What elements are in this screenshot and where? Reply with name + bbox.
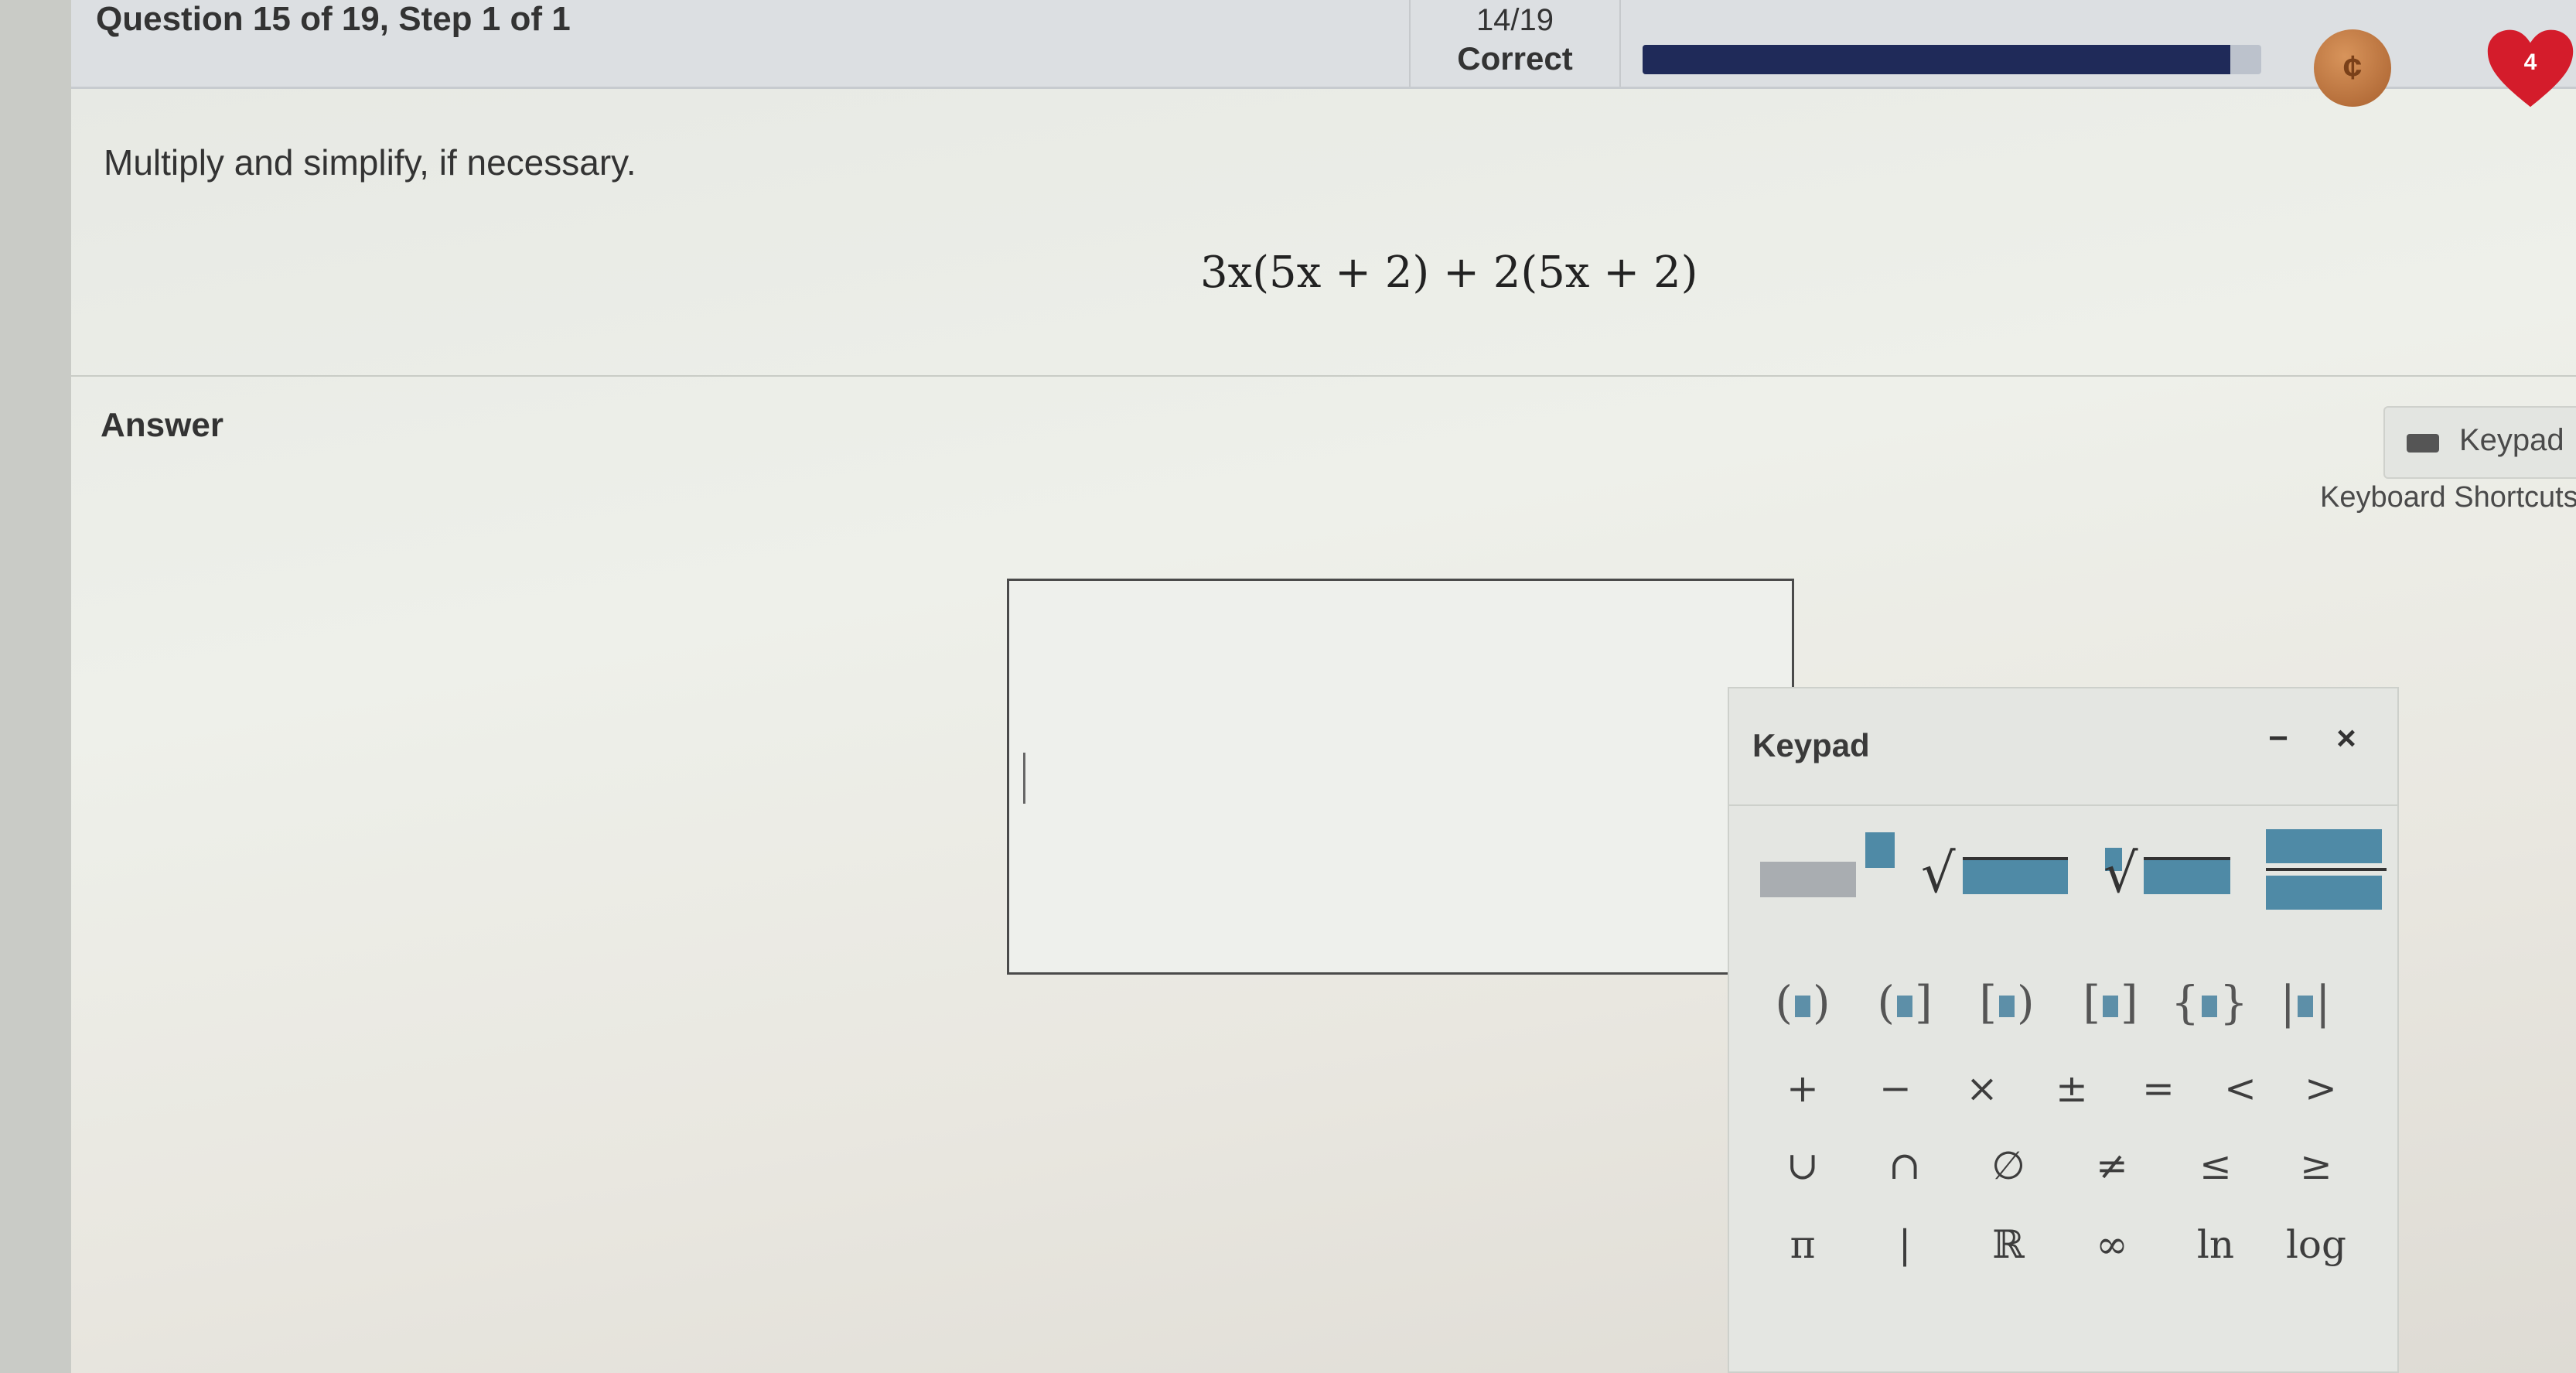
log-button[interactable]: log [2274, 1222, 2359, 1267]
nth-root-button[interactable]: √ [2100, 820, 2240, 905]
half-open-bracket-button[interactable]: (] [1862, 976, 1947, 1029]
question-title: Question 15 of 19, Step 1 of 1 [96, 0, 571, 38]
curly-braces-button[interactable]: {} [2167, 976, 2252, 1029]
keyboard-icon [2407, 434, 2439, 453]
keypad-header: Keypad − × [1729, 688, 2397, 806]
question-header: Question 15 of 19, Step 1 of 1 14/19 Cor… [71, 0, 2576, 108]
exponent-button[interactable] [1760, 820, 1907, 905]
problem-expression: 3x(5x + 2) + 2(5x + 2) [1200, 248, 1698, 298]
half-open-paren-button[interactable]: [) [1964, 976, 2049, 1029]
equals-button[interactable]: = [2116, 1066, 2201, 1111]
times-button[interactable]: × [1940, 1066, 2025, 1111]
greater-than-button[interactable]: > [2278, 1066, 2363, 1111]
minus-button[interactable]: − [1853, 1066, 1938, 1111]
empty-set-button[interactable]: ∅ [1966, 1143, 2051, 1188]
parentheses-button[interactable]: () [1760, 976, 1845, 1029]
keypad-template-row: √ √ [1745, 820, 2387, 910]
progress-bar-fill [1643, 45, 2230, 74]
greater-equal-button[interactable]: ≥ [2274, 1143, 2359, 1188]
square-brackets-button[interactable]: [] [2068, 976, 2153, 1029]
less-than-button[interactable]: < [2198, 1066, 2283, 1111]
minimize-button[interactable]: − [2247, 719, 2309, 774]
not-equal-button[interactable]: ≠ [2069, 1143, 2155, 1188]
score-count: 14/19 [1476, 3, 1554, 37]
pi-button[interactable]: π [1760, 1222, 1845, 1267]
real-numbers-button[interactable]: ℝ [1966, 1222, 2051, 1267]
less-equal-button[interactable]: ≤ [2173, 1143, 2258, 1188]
score-panel: 14/19 Correct [1409, 0, 1621, 87]
union-button[interactable]: ∪ [1760, 1143, 1845, 1188]
text-cursor [1023, 753, 1025, 804]
answer-input[interactable] [1007, 579, 1794, 975]
fraction-button[interactable] [2266, 820, 2387, 913]
keypad-panel: Keypad − × √ √ () (] [) [] {} | | + − × ± [1728, 687, 2399, 1373]
problem-instruction: Multiply and simplify, if necessary. [104, 142, 636, 183]
plus-minus-button[interactable]: ± [2029, 1066, 2114, 1111]
answer-label: Answer [101, 406, 223, 444]
keyboard-shortcuts-link[interactable]: Keyboard Shortcuts [2320, 481, 2576, 514]
score-status: Correct [1457, 40, 1573, 77]
problem-area: Multiply and simplify, if necessary. 3x(… [71, 89, 2576, 377]
keypad-toggle-label: Keypad [2459, 423, 2564, 457]
square-root-button[interactable]: √ [1921, 820, 2076, 905]
ln-button[interactable]: ln [2173, 1222, 2258, 1267]
keypad-toggle-button[interactable]: Keypad [2383, 406, 2576, 479]
hearts-count: 4 [2523, 50, 2537, 75]
pipe-button[interactable]: | [1862, 1222, 1947, 1267]
left-margin [0, 0, 71, 1373]
absolute-value-button[interactable]: | | [2263, 976, 2348, 1029]
keypad-title: Keypad [1752, 727, 1870, 763]
close-button[interactable]: × [2315, 719, 2377, 774]
plus-button[interactable]: + [1760, 1066, 1845, 1111]
intersection-button[interactable]: ∩ [1862, 1143, 1947, 1188]
infinity-button[interactable]: ∞ [2069, 1222, 2155, 1267]
progress-bar [1643, 45, 2261, 74]
